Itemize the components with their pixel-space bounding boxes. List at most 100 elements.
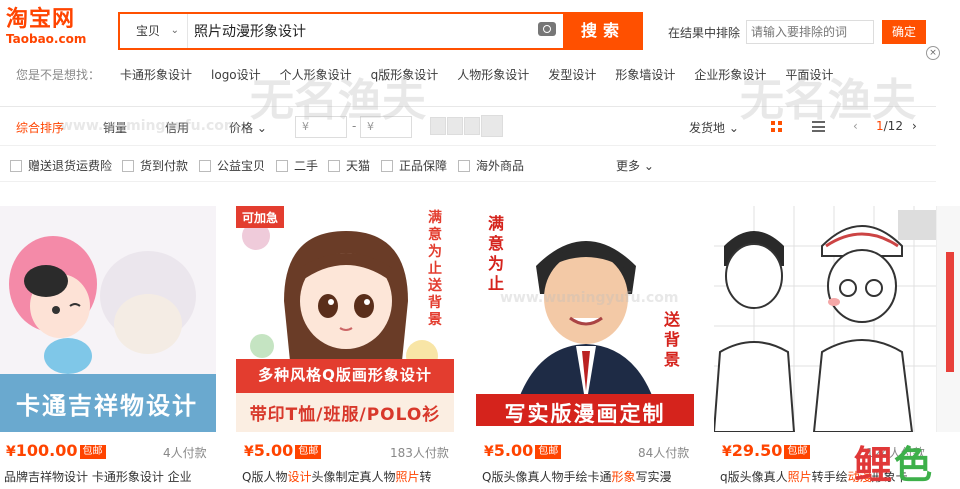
scope-label: 宝贝 <box>136 24 161 38</box>
product-title[interactable]: Q版头像真人物手绘卡通形象写实漫 <box>482 468 692 485</box>
chevron-down-icon: ⌄ <box>256 121 267 135</box>
qversion-illustration <box>236 206 454 432</box>
sort-price-label: 价格 <box>229 121 254 135</box>
camera-icon[interactable] <box>538 22 556 36</box>
price-min-input[interactable]: ¥ <box>295 116 347 138</box>
product-price: ¥29.50 包邮 <box>722 441 811 460</box>
checkbox[interactable] <box>458 160 470 172</box>
suggest-item[interactable]: 企业形象设计 <box>694 66 766 83</box>
suggest-item[interactable]: 形象墙设计 <box>615 66 675 83</box>
taobao-logo[interactable]: 淘宝网 Taobao.com <box>6 7 96 47</box>
next-card-edge <box>946 252 954 372</box>
corner-logo-a: 鲤 <box>853 443 894 487</box>
ship-from-label: 发货地 <box>689 121 726 135</box>
suggest-item[interactable]: 个人形象设计 <box>280 66 352 83</box>
more-filters[interactable]: 更多 ⌄ <box>616 157 654 174</box>
filter-row: 赠送退货运费险 货到付款 公益宝贝 二手 天猫 正品保障 海外商品 更多 ⌄ <box>0 148 936 182</box>
filter-label: 赠送退货运费险 <box>28 159 113 173</box>
product-card[interactable]: 卡通吉祥物设计 ¥100.00 包邮 4人付款 品牌吉祥物设计 卡通形象设计 企业 <box>0 206 216 484</box>
free-shipping-badge: 包邮 <box>784 445 811 459</box>
blurred-filter <box>464 117 480 135</box>
free-shipping-badge: 包邮 <box>535 445 562 459</box>
suggest-item[interactable]: q版形象设计 <box>371 66 439 83</box>
checkbox[interactable] <box>276 160 288 172</box>
checkbox[interactable] <box>122 160 134 172</box>
price-dash: - <box>352 119 357 133</box>
title-part: 头像制定真人物 <box>311 470 396 484</box>
exclude-label: 在结果中排除 <box>668 26 741 40</box>
search-input[interactable] <box>192 14 532 48</box>
product-card[interactable]: 可加急 满意为止 送背景 多种风格Q版画形象设计 带印T恤/班服/POLO衫 ¥… <box>236 206 454 484</box>
suggest-item[interactable]: 发型设计 <box>548 66 596 83</box>
title-keyword: 照片 <box>395 470 420 484</box>
title-part: q版头像真人 <box>720 470 788 484</box>
paid-count: 183人付款 <box>390 446 449 460</box>
filter-label: 二手 <box>294 159 319 173</box>
sort-credit[interactable]: 信用 <box>165 119 189 136</box>
filter-charity[interactable]: 公益宝贝 <box>199 157 265 174</box>
close-icon[interactable]: × <box>926 46 940 60</box>
ship-from-select[interactable]: 发货地 ⌄ <box>689 119 739 136</box>
currency-symbol: ¥ <box>722 444 732 460</box>
filter-label: 正品保障 <box>399 159 448 173</box>
grid-icon <box>771 121 782 132</box>
product-image[interactable]: 可加急 满意为止 送背景 多种风格Q版画形象设计 带印T恤/班服/POLO衫 <box>236 206 454 432</box>
filter-secondhand[interactable]: 二手 <box>276 157 318 174</box>
suggest-item[interactable]: 平面设计 <box>785 66 833 83</box>
product-image[interactable]: 卡通吉祥物设计 <box>0 206 216 432</box>
suggest-item[interactable]: 卡通形象设计 <box>120 66 192 83</box>
page-indicator: 1/12 <box>876 119 903 133</box>
side-slogan-right: 送背景 <box>664 310 681 369</box>
side-slogan: 满意为止 送背景 <box>428 210 442 328</box>
filter-genuine[interactable]: 正品保障 <box>381 157 447 174</box>
title-part: Q版头像真人物手绘卡通 <box>482 470 612 484</box>
prev-page-icon[interactable]: ‹ <box>853 119 858 133</box>
product-banner: 写实版漫画定制 <box>504 402 666 426</box>
filter-tmall[interactable]: 天猫 <box>328 157 370 174</box>
exclude-confirm-button[interactable]: 确定 <box>882 20 926 44</box>
sort-default[interactable]: 综合排序 <box>16 119 64 136</box>
product-card[interactable]: 满意为止 送背景 写实版漫画定制 ¥5.00 包邮 84人付款 Q版头像真人物手绘… <box>476 206 694 484</box>
checkbox[interactable] <box>328 160 340 172</box>
product-banner: 卡通吉祥物设计 <box>16 392 198 420</box>
filter-label: 海外商品 <box>476 159 525 173</box>
grid-view-button[interactable] <box>758 107 796 145</box>
chevron-down-icon: ⌄ <box>728 121 739 135</box>
price-value: 100.00 <box>15 441 78 460</box>
list-view-button[interactable] <box>800 107 838 145</box>
search-scope-select[interactable]: 宝贝 ⌄ <box>120 14 188 48</box>
free-shipping-badge: 包邮 <box>79 445 106 459</box>
product-title[interactable]: 品牌吉祥物设计 卡通形象设计 企业 <box>4 468 214 485</box>
sort-price[interactable]: 价格 ⌄ <box>229 119 267 136</box>
filter-overseas[interactable]: 海外商品 <box>458 157 524 174</box>
paid-count: 84人付款 <box>638 446 690 460</box>
product-image[interactable] <box>714 206 936 432</box>
search-bar: 宝贝 ⌄ 搜索 <box>118 12 643 50</box>
price-max-input[interactable]: ¥ <box>360 116 412 138</box>
exclude-input[interactable] <box>746 20 874 44</box>
product-title[interactable]: Q版人物设计头像制定真人物照片转 <box>242 468 452 485</box>
logo-en-text: Taobao.com <box>6 32 87 46</box>
currency-symbol: ¥ <box>6 444 16 460</box>
suggest-list: 卡通形象设计 logo设计 个人形象设计 q版形象设计 人物形象设计 发型设计 … <box>120 66 852 83</box>
sort-sales[interactable]: 销量 <box>103 119 127 136</box>
suggest-item[interactable]: 人物形象设计 <box>457 66 529 83</box>
suggest-item[interactable]: logo设计 <box>211 66 261 83</box>
price-value: 5.00 <box>493 441 534 460</box>
filter-free-return[interactable]: 赠送退货运费险 <box>10 157 112 174</box>
checkbox[interactable] <box>10 160 22 172</box>
corner-logo-b: 色 <box>893 443 934 487</box>
filter-cod[interactable]: 货到付款 <box>122 157 188 174</box>
next-page-icon[interactable]: › <box>912 119 917 133</box>
checkbox[interactable] <box>381 160 393 172</box>
filter-label: 天猫 <box>346 159 371 173</box>
search-button[interactable]: 搜索 <box>563 12 643 50</box>
checkbox[interactable] <box>199 160 211 172</box>
product-image[interactable]: 满意为止 送背景 写实版漫画定制 <box>476 206 694 432</box>
blurred-filter <box>447 117 463 135</box>
more-label: 更多 <box>616 159 641 173</box>
free-shipping-badge: 包邮 <box>295 445 322 459</box>
logo-cn-text: 淘宝网 <box>6 7 76 32</box>
product-price: ¥100.00 包邮 <box>6 441 106 460</box>
title-keyword: 照片 <box>787 470 812 484</box>
